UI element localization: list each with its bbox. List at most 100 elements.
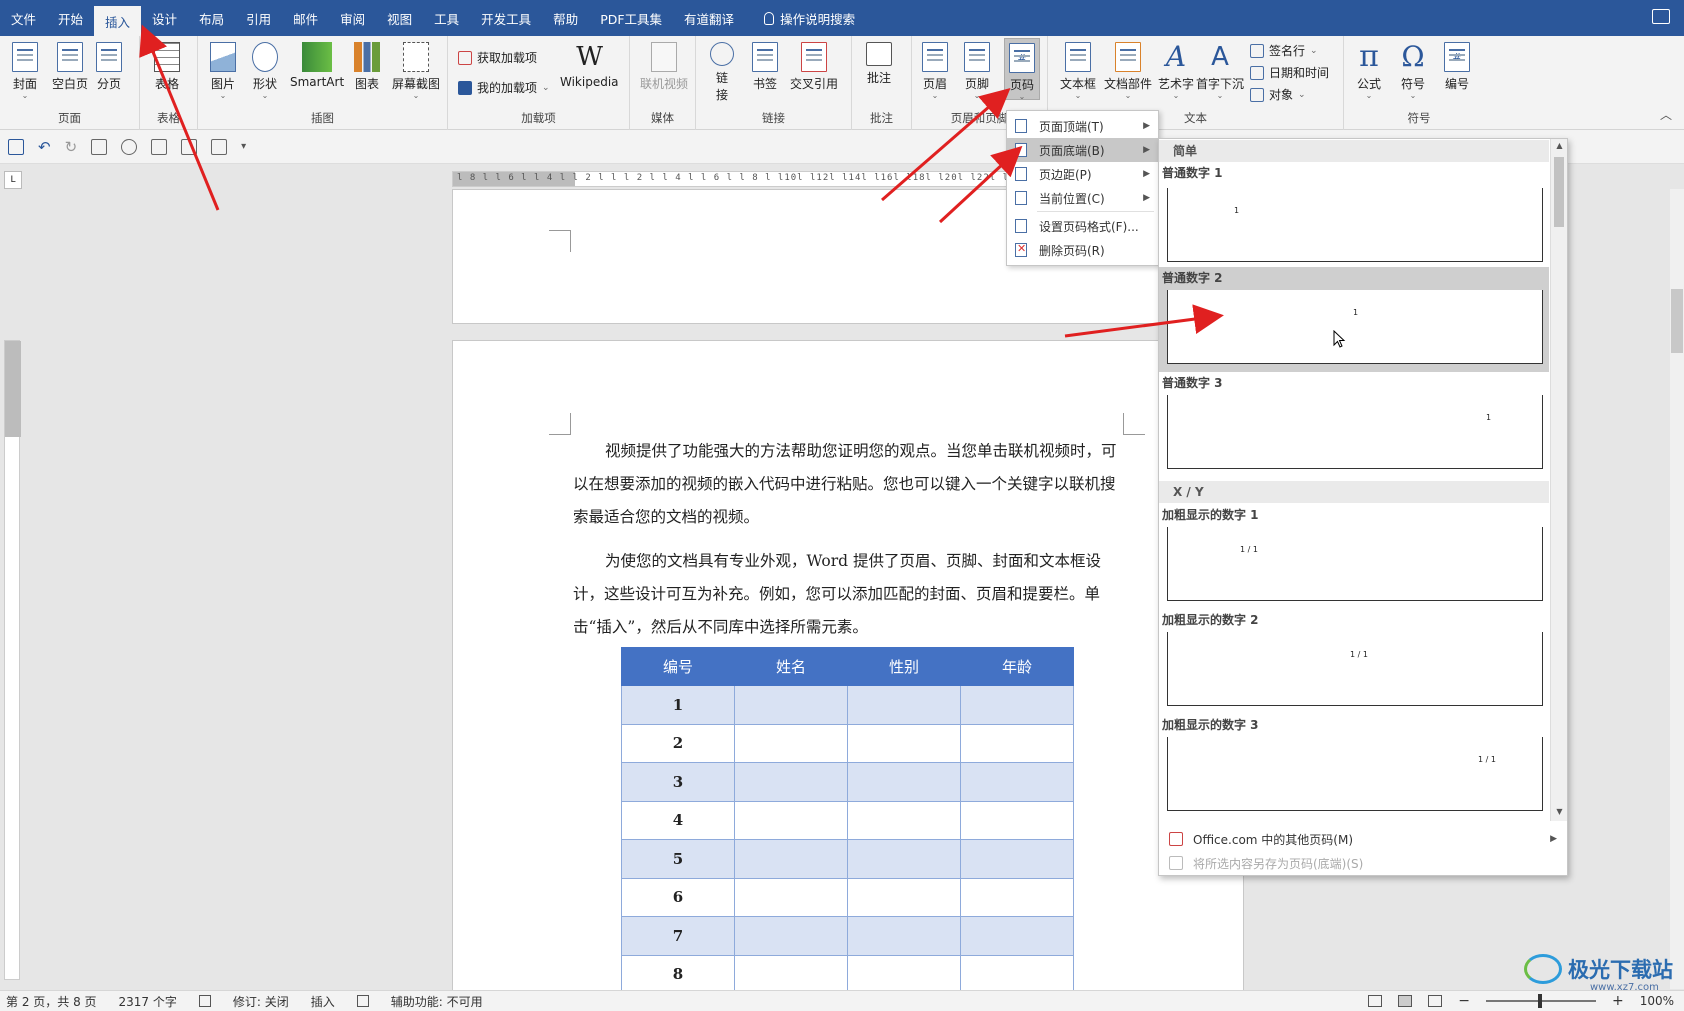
wikipedia-button[interactable]: W Wikipedia	[560, 42, 619, 89]
shapes-button[interactable]: 形状 ⌄	[252, 42, 278, 100]
proofing-icon[interactable]	[198, 995, 211, 1007]
link-button[interactable]: 链 接	[710, 42, 734, 103]
object-button[interactable]: 对象 ⌄	[1250, 86, 1306, 103]
menu-item-remove-page-numbers[interactable]: 删除页码(R)	[1007, 238, 1158, 262]
table-cell[interactable]	[847, 877, 961, 917]
form-icon[interactable]	[211, 138, 228, 155]
page-count[interactable]: 第 2 页，共 8 页	[6, 993, 97, 1010]
tab-file[interactable]: 文件	[0, 0, 47, 36]
table-cell[interactable]: 3	[621, 762, 735, 802]
body-paragraph[interactable]: 为使您的文档具有专业外观，Word 提供了页眉、页脚、封面和文本框设计，这些设计…	[573, 545, 1128, 644]
tab-references[interactable]: 引用	[235, 0, 282, 36]
table-cell[interactable]	[960, 762, 1074, 802]
read-mode-icon[interactable]	[1368, 995, 1383, 1007]
picture-button[interactable]: 图片 ⌄	[210, 42, 236, 100]
gallery-item-bold-number-1[interactable]: 加粗显示的数字 1 1 / 1	[1159, 504, 1549, 609]
table-cell[interactable]	[847, 800, 961, 840]
table-cell[interactable]	[960, 685, 1074, 725]
menu-item-top-of-page[interactable]: 页面顶端(T) ▶	[1007, 114, 1158, 138]
online-video-button[interactable]: 联机视频	[640, 42, 688, 92]
tab-youdao[interactable]: 有道翻译	[673, 0, 745, 36]
zoom-slider[interactable]	[1485, 994, 1596, 1008]
vertical-ruler[interactable]	[4, 340, 21, 980]
table-header-cell[interactable]: 年龄	[960, 647, 1074, 686]
scroll-thumb[interactable]	[1671, 289, 1683, 353]
document-scrollbar[interactable]	[1670, 189, 1684, 989]
table-cell[interactable]	[734, 954, 848, 994]
save-selection-as-page-number-button[interactable]: 将所选内容另存为页码(底端)(S)	[1159, 851, 1567, 875]
table-cell[interactable]	[960, 916, 1074, 956]
table-cell[interactable]	[847, 685, 961, 725]
table-cell[interactable]	[960, 877, 1074, 917]
table-cell[interactable]	[960, 800, 1074, 840]
table-cell[interactable]: 6	[621, 877, 735, 917]
tab-pdf-tools[interactable]: PDF工具集	[589, 0, 673, 36]
quick-parts-button[interactable]: 文档部件 ⌄	[1104, 42, 1152, 100]
table-cell[interactable]	[734, 800, 848, 840]
table-cell[interactable]	[960, 954, 1074, 994]
table-cell[interactable]	[734, 762, 848, 802]
bookmark-button[interactable]: 书签	[752, 42, 778, 92]
tab-insert[interactable]: 插入	[94, 6, 142, 36]
table-cell[interactable]	[734, 839, 848, 879]
two-pages-icon[interactable]	[91, 138, 108, 155]
symbol-button[interactable]: Ω 符号 ⌄	[1400, 42, 1426, 100]
gallery-scrollbar[interactable]: ▲ ▼	[1550, 139, 1567, 821]
table-button[interactable]: 表格	[154, 42, 180, 92]
scroll-down-icon[interactable]: ▼	[1554, 807, 1565, 819]
translate-icon[interactable]	[121, 138, 138, 155]
scroll-up-icon[interactable]: ▲	[1554, 141, 1565, 153]
tab-tools[interactable]: 工具	[423, 0, 470, 36]
table-cell[interactable]	[847, 916, 961, 956]
table-cell[interactable]	[734, 723, 848, 763]
print-preview-icon[interactable]	[151, 138, 168, 155]
cover-page-button[interactable]: 封面 ⌄	[12, 42, 38, 100]
table-cell[interactable]: 7	[621, 916, 735, 956]
menu-item-page-margins[interactable]: 页边距(P) ▶	[1007, 162, 1158, 186]
zoom-level[interactable]: 100%	[1640, 994, 1674, 1008]
body-paragraph[interactable]: 视频提供了功能强大的方法帮助您证明您的观点。当您单击联机视频时，可以在想要添加的…	[573, 435, 1128, 534]
comments-icon[interactable]	[1652, 9, 1670, 24]
wordart-button[interactable]: A 艺术字 ⌄	[1158, 42, 1194, 100]
smartart-button[interactable]: SmartArt	[290, 42, 344, 89]
textbox-button[interactable]: 文本框 ⌄	[1060, 42, 1096, 100]
date-time-button[interactable]: 日期和时间	[1250, 64, 1329, 81]
numbering-button[interactable]: # 编号	[1444, 42, 1470, 92]
undo-icon[interactable]: ↶	[38, 138, 51, 156]
table-cell[interactable]: 1	[621, 685, 735, 725]
zoom-in-icon[interactable]: +	[1612, 993, 1624, 1009]
tab-mailings[interactable]: 邮件	[282, 0, 329, 36]
tab-selector[interactable]: L	[4, 171, 22, 189]
menu-item-current-position[interactable]: 当前位置(C) ▶	[1007, 186, 1158, 210]
document-icon[interactable]	[181, 138, 198, 155]
table-cell[interactable]	[734, 916, 848, 956]
cross-reference-button[interactable]: 交叉引用	[790, 42, 838, 92]
table-cell[interactable]	[960, 723, 1074, 763]
gallery-item-bold-number-3[interactable]: 加粗显示的数字 3 1 / 1	[1159, 714, 1549, 819]
tab-help[interactable]: 帮助	[542, 0, 589, 36]
data-table[interactable]: 编号 姓名 性别 年龄 1 2 3 4 5 6 7 8	[621, 647, 1074, 994]
scroll-thumb[interactable]	[1554, 157, 1564, 227]
page-number-button[interactable]: # 页码 ⌄	[1004, 38, 1040, 101]
table-cell[interactable]: 8	[621, 954, 735, 994]
tab-developer[interactable]: 开发工具	[470, 0, 542, 36]
drop-cap-button[interactable]: A 首字下沉 ⌄	[1196, 42, 1244, 100]
gallery-item-plain-number-2[interactable]: 普通数字 2 1	[1159, 267, 1549, 372]
insert-mode-status[interactable]: 插入	[311, 993, 335, 1010]
my-addins-button[interactable]: 我的加载项 ⌄	[458, 79, 550, 96]
redo-icon[interactable]: ↻	[65, 138, 78, 156]
more-page-numbers-office-button[interactable]: Office.com 中的其他页码(M) ▶	[1159, 827, 1567, 851]
gallery-item-plain-number-1[interactable]: 普通数字 1 1	[1159, 162, 1549, 267]
tab-layout[interactable]: 布局	[188, 0, 235, 36]
menu-item-format-page-numbers[interactable]: 设置页码格式(F)...	[1007, 214, 1158, 238]
table-header-cell[interactable]: 编号	[621, 647, 735, 686]
menu-item-bottom-of-page[interactable]: 页面底端(B) ▶	[1007, 138, 1158, 162]
equation-button[interactable]: π 公式 ⌄	[1356, 42, 1382, 100]
macro-icon[interactable]	[356, 995, 369, 1007]
table-cell[interactable]	[734, 877, 848, 917]
table-header-cell[interactable]: 性别	[847, 647, 961, 686]
collapse-ribbon-icon[interactable]: ︿	[1660, 106, 1672, 123]
word-count[interactable]: 2317 个字	[119, 993, 177, 1010]
table-header-cell[interactable]: 姓名	[734, 647, 848, 686]
table-cell[interactable]	[847, 762, 961, 802]
